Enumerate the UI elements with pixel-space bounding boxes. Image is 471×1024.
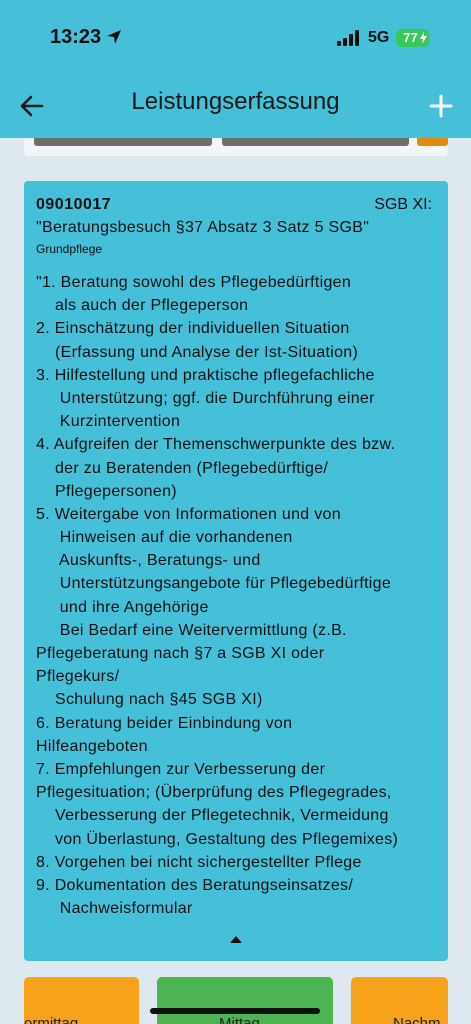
description-line: Hinweisen auf die vorhandenen xyxy=(36,529,293,547)
battery-indicator: 77 xyxy=(396,29,429,47)
service-code: 09010017 xyxy=(36,196,112,213)
description-line: 8. Vorgehen bei nicht sichergestellter P… xyxy=(36,853,362,871)
description-line: Kurzintervention xyxy=(36,413,181,431)
page-title: Leistungserfassung xyxy=(131,88,340,115)
nachmittag-label: Nachm xyxy=(393,1015,441,1024)
description-line: "1. Beratung sowohl des Pflegebedürftige… xyxy=(36,274,352,291)
description-line: Pflegekurs/ xyxy=(36,668,120,686)
previous-button-gray-left[interactable] xyxy=(34,138,212,146)
vormittag-button[interactable]: ormittag xyxy=(24,977,139,1024)
description-line: 3. Hilfestellung und praktische pflegefa… xyxy=(36,366,375,384)
description-line: Pflegeberatung nach §7 a SGB XI oder xyxy=(36,645,325,662)
nachmittag-button[interactable]: Nachm xyxy=(351,977,448,1024)
description-line: 7. Empfehlungen zur Verbesserung der xyxy=(36,760,326,778)
home-indicator[interactable] xyxy=(150,1008,320,1014)
description-line: und ihre Angehörige xyxy=(36,598,209,616)
law-reference: SGB XI: xyxy=(374,196,432,213)
description-line: Unterstützungsangebote für Pflegebedürft… xyxy=(36,575,392,593)
description-line: 6. Beratung beider Einbindung von xyxy=(36,714,293,732)
description-line: Pflegesituation; (Überprüfung des Pflege… xyxy=(36,784,392,802)
description-line: der zu Beratenden (Pflegebedürftige/ xyxy=(36,459,329,477)
description-line: als auch der Pflegeperson xyxy=(36,297,249,315)
app-header: 13:23 5G 77 Leistungserfassung xyxy=(0,0,471,138)
service-description: "1. Beratung sowohl des Pflegebedürftige… xyxy=(36,271,446,920)
description-line: Pflegepersonen) xyxy=(36,482,177,500)
battery-level: 77 xyxy=(403,30,418,45)
description-line: Unterstützung; ggf. die Durchführung ein… xyxy=(36,389,375,407)
charging-bolt-icon xyxy=(420,32,427,44)
mittag-label: Mittag xyxy=(219,1015,260,1024)
description-line: Nachweisformular xyxy=(36,900,193,918)
mittag-button[interactable]: Mittag xyxy=(157,977,333,1024)
description-line: Bei Bedarf eine Weitervermittlung (z.B. xyxy=(36,621,347,639)
vormittag-label: ormittag xyxy=(24,1015,79,1024)
previous-button-gray-right[interactable] xyxy=(222,138,409,146)
description-line: Auskunfts-, Beratungs- und xyxy=(36,552,261,570)
service-category: Grundpflege xyxy=(36,242,103,256)
description-line: (Erfassung und Analyse der Ist-Situation… xyxy=(36,343,359,361)
caret-up-icon[interactable] xyxy=(230,935,242,943)
previous-button-orange[interactable] xyxy=(417,138,448,146)
description-line: 4. Aufgreifen der Themenschwerpunkte des… xyxy=(36,436,396,454)
description-line: 2. Einschätzung der individuellen Situat… xyxy=(36,320,350,338)
service-card[interactable]: 09010017 SGB XI: "Beratungsbesuch §37 Ab… xyxy=(24,181,448,961)
description-line: Schulung nach §45 SGB XI) xyxy=(36,691,263,709)
cellular-signal-icon xyxy=(337,30,359,46)
add-plus-icon[interactable] xyxy=(427,92,455,120)
description-line: 9. Dokumentation des Beratungseinsatzes/ xyxy=(36,876,354,894)
status-time: 13:23 xyxy=(50,26,102,48)
description-line: von Überlastung, Gestaltung des Pflegemi… xyxy=(36,830,399,848)
description-line: 5. Weitergabe von Informationen und von xyxy=(36,505,341,523)
description-line: Hilfeangeboten xyxy=(36,737,148,755)
network-type: 5G xyxy=(368,29,390,46)
service-name: "Beratungsbesuch §37 Absatz 3 Satz 5 SGB… xyxy=(36,219,370,236)
location-arrow-icon xyxy=(107,30,121,44)
description-line: Verbesserung der Pflegetechnik, Vermeidu… xyxy=(36,807,389,825)
